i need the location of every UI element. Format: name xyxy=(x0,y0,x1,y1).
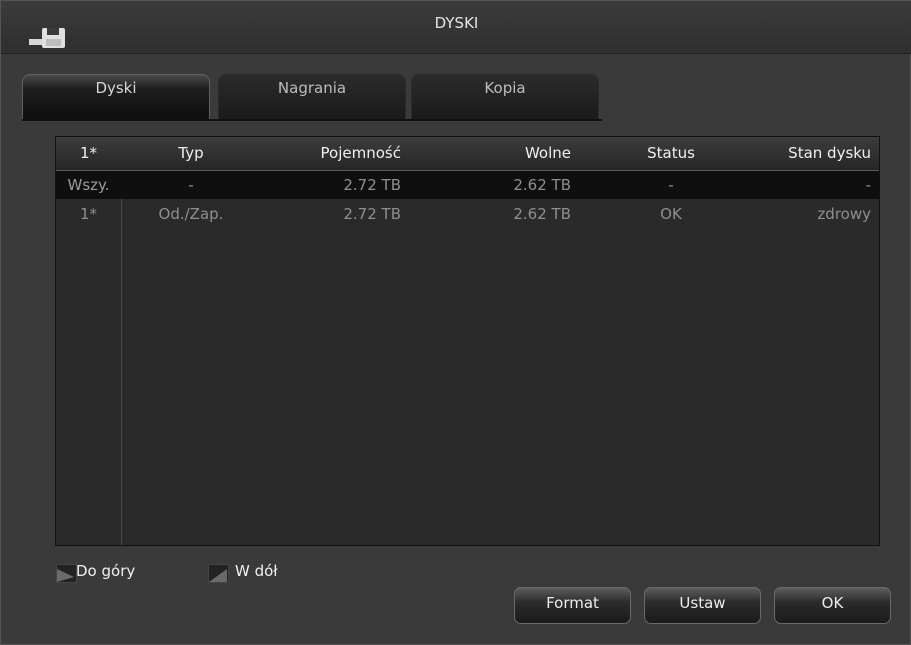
tab-kopia[interactable]: Kopia xyxy=(411,74,599,120)
cell-typ: Od./Zap. xyxy=(158,205,224,223)
header-status: Status xyxy=(647,144,695,162)
header-typ: Typ xyxy=(178,144,204,162)
cell-stan: - xyxy=(865,176,871,194)
header-pojemnosc: Pojemność xyxy=(320,144,401,162)
cell-pojemnosc: 2.72 TB xyxy=(343,205,401,223)
cell-id: Wszy. xyxy=(67,176,110,194)
disk-table[interactable]: 1* Typ Pojemność Wolne Status Stan dysku… xyxy=(55,136,880,546)
tab-dyski[interactable]: Dyski xyxy=(22,74,210,120)
tab-nagrania[interactable]: Nagrania xyxy=(218,74,406,120)
page-down-icon xyxy=(208,564,229,583)
tab-divider xyxy=(22,119,602,121)
tab-label: Nagrania xyxy=(277,79,347,97)
cell-typ: - xyxy=(188,176,194,194)
page-down-label: W dół xyxy=(235,562,278,580)
table-row[interactable]: 1* Od./Zap. 2.72 TB 2.62 TB OK zdrowy xyxy=(56,200,879,228)
window-title: DYSKI xyxy=(434,14,479,32)
header-id: 1* xyxy=(79,144,98,162)
cell-stan: zdrowy xyxy=(817,205,871,223)
cell-id: 1* xyxy=(79,205,98,223)
tab-label: Dyski xyxy=(95,79,137,97)
cell-status: - xyxy=(668,176,674,194)
header-wolne: Wolne xyxy=(524,144,571,162)
page-down-button[interactable]: W dół xyxy=(208,558,318,588)
page-up-label: Do góry xyxy=(76,562,136,580)
tab-label: Kopia xyxy=(484,79,526,97)
cell-status: OK xyxy=(660,205,682,223)
page-up-icon xyxy=(56,564,77,583)
disk-dialog: DYSKI Dyski Nagrania Kopia 1* Typ Pojemn… xyxy=(0,0,911,645)
ok-button[interactable]: OK xyxy=(774,587,891,624)
title-bar: DYSKI xyxy=(1,1,911,54)
table-header: 1* Typ Pojemność Wolne Status Stan dysku xyxy=(56,137,879,171)
cell-pojemnosc: 2.72 TB xyxy=(343,176,401,194)
format-button[interactable]: Format xyxy=(514,587,631,624)
header-stan-dysku: Stan dysku xyxy=(788,144,871,162)
cell-wolne: 2.62 TB xyxy=(513,205,571,223)
table-row[interactable]: Wszy. - 2.72 TB 2.62 TB - - xyxy=(56,171,879,199)
set-button[interactable]: Ustaw xyxy=(644,587,761,624)
page-up-button[interactable]: Do góry xyxy=(56,558,166,588)
cell-wolne: 2.62 TB xyxy=(513,176,571,194)
